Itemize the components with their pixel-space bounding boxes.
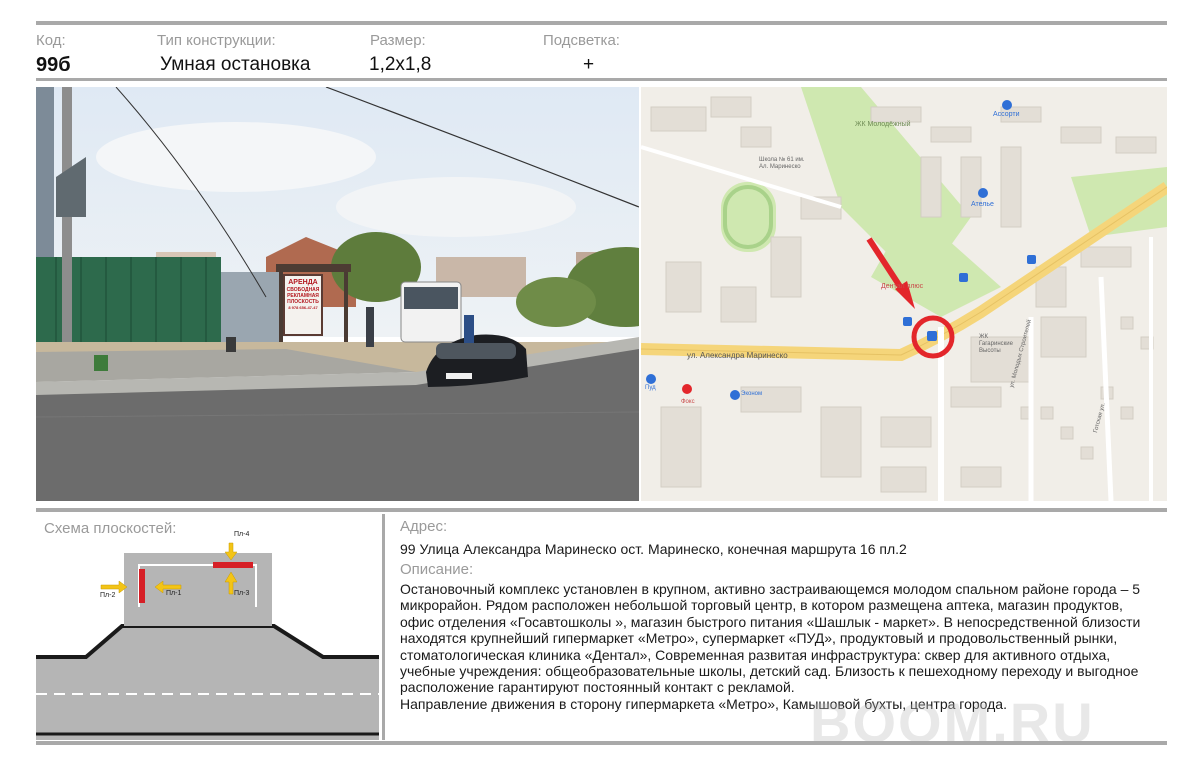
light-label: Подсветка: (543, 32, 620, 49)
billboard-phone: 8 978 656-47-47 (288, 305, 318, 310)
plane-label-1: Пл-1 (166, 590, 181, 597)
map-label-school-line1: Школа № 61 им. (759, 157, 805, 163)
map-label-pud: Пуд (645, 385, 656, 391)
map-label-school: Школа № 61 им. Ал. Маринеско (759, 157, 805, 171)
map-label-assorti: Ассорти (993, 111, 1020, 118)
bottom-rule (36, 741, 1167, 745)
planes-scheme-panel: Схема плоскостей: Пл-2 Пл-1 Пл-3 Пл-4 (36, 514, 379, 740)
type-value: Умная остановка (160, 54, 311, 75)
plane-label-2: Пл-2 (100, 592, 115, 599)
plane-label-4: Пл-4 (234, 531, 249, 538)
map-label-gagarinskie-line2: Гагаринские (979, 341, 1013, 347)
description-label: Описание: (400, 561, 474, 578)
map-label-street-marinesko: ул. Александра Маринеско (687, 351, 788, 360)
size-value: 1,2x1,8 (369, 54, 432, 75)
code-label: Код: (36, 32, 66, 49)
street-photo-illustration (36, 87, 639, 501)
size-label: Размер: (370, 32, 426, 49)
description-text: Остановочный комплекс установлен в крупн… (400, 581, 1141, 712)
type-label: Тип конструкции: (157, 32, 276, 49)
middle-rule (36, 508, 1167, 512)
panel-divider (382, 514, 385, 740)
location-map: ЖК Молодёжный Школа № 61 им. Ал. Маринес… (641, 87, 1167, 501)
map-label-gagarinskie-line3: Высоты (979, 348, 1001, 354)
plane-label-3: Пл-3 (234, 590, 249, 597)
map-label-fox: Фокс (681, 399, 695, 405)
planes-scheme-diagram: Пл-2 Пл-1 Пл-3 Пл-4 (36, 531, 379, 740)
map-label-molodezhny: ЖК Молодёжный (855, 121, 911, 128)
code-value: 99б (36, 54, 71, 76)
map-label-dental: Дентал плюс (881, 283, 924, 290)
map-label-ekonom: Эконом (741, 391, 763, 397)
map-label-school-line2: Ал. Маринеско (759, 164, 801, 170)
billboard-ad-text: АРЕНДА СВОБОДНАЯ РЕКЛАМНАЯ ПЛОСКОСТЬ 8 9… (285, 279, 321, 311)
top-rule (36, 21, 1167, 25)
header-rule (36, 78, 1167, 81)
map-label-gagarinskie-line1: ЖК (979, 334, 989, 340)
billboard-line-1: АРЕНДА (288, 279, 318, 286)
map-label-atelie: Ателье (971, 201, 994, 208)
address-text: 99 Улица Александра Маринеско ост. Марин… (400, 541, 907, 557)
info-panel: Адрес: 99 Улица Александра Маринеско ост… (388, 514, 1168, 740)
address-label: Адрес: (400, 518, 448, 535)
location-photo: АРЕНДА СВОБОДНАЯ РЕКЛАМНАЯ ПЛОСКОСТЬ 8 9… (36, 87, 639, 501)
map-label-gagarinskie: ЖК Гагаринские Высоты (979, 334, 1013, 355)
street-map-illustration (641, 87, 1167, 501)
light-value: + (583, 54, 595, 75)
